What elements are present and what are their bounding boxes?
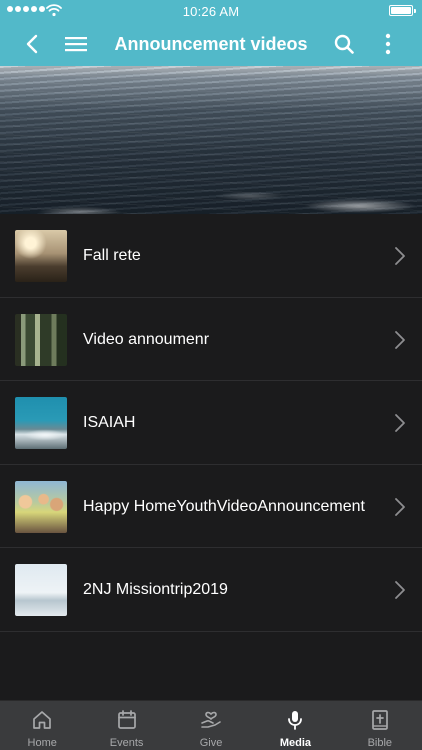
more-vertical-icon (385, 33, 391, 55)
back-chevron-icon (26, 34, 38, 54)
tab-label: Home (27, 737, 57, 749)
tab-label: Events (109, 737, 144, 749)
list-item[interactable]: 2NJ Missiontrip2019 (0, 548, 422, 632)
tab-bible[interactable]: Bible (338, 701, 422, 750)
back-button[interactable] (14, 22, 50, 66)
video-title: Video annoumenr (83, 330, 210, 348)
search-icon (334, 34, 354, 54)
microphone-icon (288, 711, 303, 730)
chevron-right-icon (395, 581, 405, 599)
video-title: Fall rete (83, 247, 141, 264)
bible-book-icon (371, 710, 388, 730)
video-thumbnail (15, 397, 67, 449)
tab-give[interactable]: Give (169, 701, 253, 750)
video-title: Happy HomeYouthVideoAnnouncement (83, 497, 365, 515)
tab-media[interactable]: Media (253, 701, 337, 750)
calendar-icon (117, 710, 136, 729)
chevron-right-icon (395, 414, 405, 432)
header-image (0, 66, 422, 214)
video-thumbnail (15, 480, 67, 533)
chevron-right-icon (395, 247, 405, 265)
video-list: Fall rete Video annoumenr ISAIAH Happy H… (0, 214, 422, 632)
tab-home[interactable]: Home (0, 701, 84, 750)
tab-label: Bible (367, 737, 393, 749)
list-item[interactable]: Happy HomeYouthVideoAnnouncement (0, 465, 422, 548)
video-thumbnail (15, 564, 67, 616)
list-item[interactable]: Fall rete (0, 214, 422, 298)
tab-bar: Home Events Give Media Bible (0, 700, 422, 750)
video-thumbnail (15, 230, 67, 282)
search-button[interactable] (326, 22, 362, 66)
hamburger-menu-icon (65, 37, 87, 52)
chevron-right-icon (395, 330, 405, 349)
home-icon (33, 711, 52, 729)
chevron-right-icon (395, 497, 405, 516)
menu-button[interactable] (58, 22, 94, 66)
more-options-button[interactable] (370, 22, 406, 66)
give-heart-hand-icon (201, 711, 221, 728)
video-title: 2NJ Missiontrip2019 (83, 581, 228, 598)
tab-label: Give (199, 737, 223, 749)
status-time: 10:26 AM (182, 4, 240, 19)
page-title: Announcement videos (114, 34, 308, 54)
tab-label: Media (279, 737, 312, 749)
status-bar: 10:26 AM (0, 0, 422, 22)
tab-events[interactable]: Events (84, 701, 168, 750)
list-item[interactable]: ISAIAH (0, 381, 422, 465)
nav-bar: Announcement videos (0, 22, 422, 66)
list-item[interactable]: Video annoumenr (0, 298, 422, 381)
video-thumbnail (15, 313, 67, 366)
battery-icon (389, 5, 416, 16)
video-title: ISAIAH (83, 414, 136, 431)
